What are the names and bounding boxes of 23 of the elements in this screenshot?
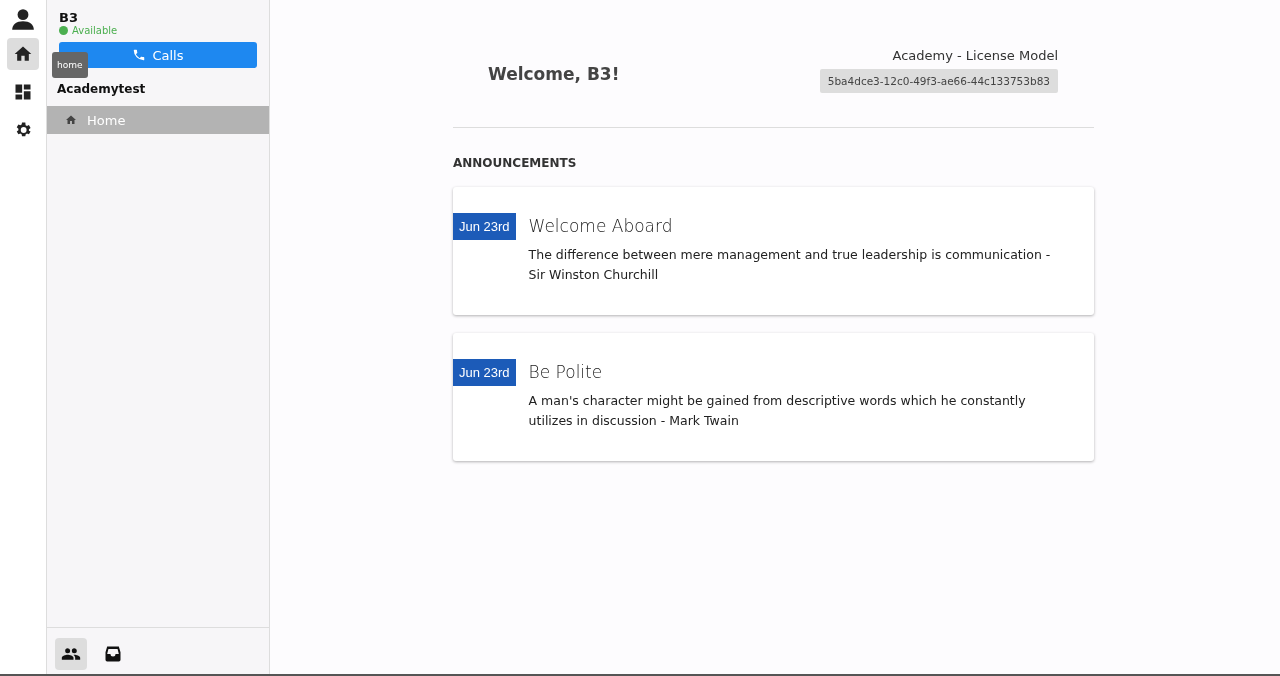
status-label: Available	[72, 25, 118, 36]
section-heading: ANNOUNCEMENTS	[453, 156, 578, 170]
date-badge: Jun 23rd	[453, 359, 516, 386]
date-badge: Jun 23rd	[453, 213, 516, 240]
home-icon	[13, 44, 33, 64]
dashboard-icon	[13, 82, 33, 102]
phone-icon	[132, 48, 147, 62]
welcome-heading: Welcome, B3!	[488, 64, 620, 86]
announcement-title: Be Polite	[528, 362, 604, 382]
license-name: Academy - License Model	[892, 48, 1058, 63]
user-name: B3	[59, 10, 79, 25]
nav-item[interactable]: Home	[47, 106, 269, 134]
announcement-title: Welcome Aboard	[528, 216, 674, 236]
announcement-text: The difference between mere management and true leadership is communication - Sir Winston Churchill	[528, 246, 1052, 284]
team-tab[interactable]	[55, 638, 87, 670]
inbox-icon	[103, 644, 123, 664]
home-icon	[65, 114, 77, 126]
home-button[interactable]	[7, 38, 39, 70]
tooltip: home	[52, 52, 88, 78]
license-id: 5ba4dce3-12c0-49f3-ae66-44c133753b83	[819, 69, 1058, 93]
user-avatar-icon[interactable]	[10, 6, 36, 32]
announcement-text: A man's character might be gained from descriptive words which he constantly utilizes in discussion - Mark Twain	[528, 392, 1027, 430]
workspace-name: Academytest	[57, 82, 147, 96]
